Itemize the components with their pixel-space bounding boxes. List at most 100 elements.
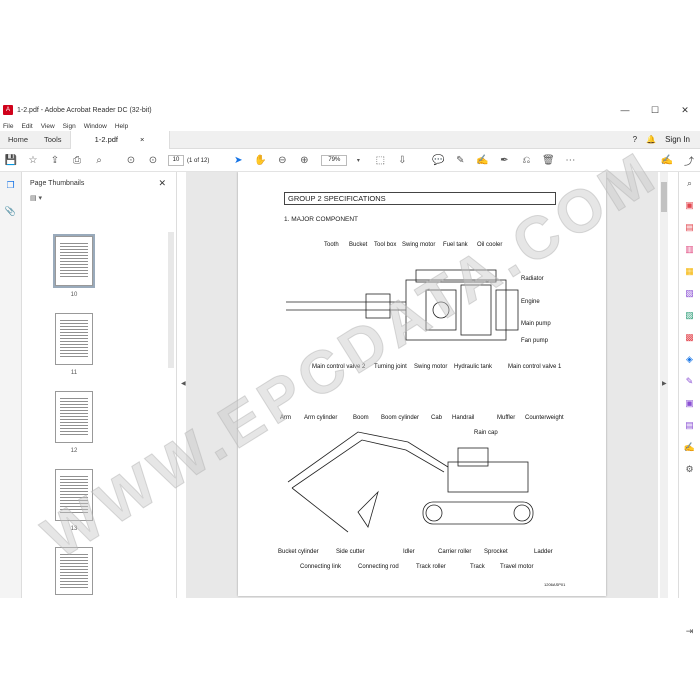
zoom-in-icon[interactable]: ⊕ <box>293 155 315 166</box>
label-main-control-valve-1: Main control valve 1 <box>508 364 562 370</box>
pdf-page: GROUP 2 SPECIFICATIONS 1. MAJOR COMPONEN… <box>238 172 606 596</box>
comment-tool-icon[interactable]: ▦ <box>679 260 700 282</box>
fill-sign-icon[interactable]: ✒ <box>493 155 515 166</box>
collapse-panel-icon[interactable]: ◀ <box>181 380 186 387</box>
label-rain-cap: Rain cap <box>474 430 498 436</box>
highlight-pen-icon[interactable]: ✎ <box>449 155 471 166</box>
label-boom: Boom <box>353 415 369 421</box>
scroll-mode-icon[interactable]: ⇩ <box>391 155 413 166</box>
notification-bell-icon[interactable]: 🔔 <box>646 135 656 144</box>
thumbnail-label-11: 11 <box>70 370 78 376</box>
page-thumbnails-icon[interactable]: ❐ <box>0 172 21 198</box>
menu-sign[interactable]: Sign <box>63 123 76 130</box>
menu-edit[interactable]: Edit <box>21 123 32 130</box>
thumbnail-label-12: 12 <box>70 448 78 454</box>
next-page-icon[interactable]: ⊙ <box>142 155 164 166</box>
left-navigation-rail: ❐ 📎 <box>0 172 22 598</box>
save-icon[interactable]: 💾 <box>0 155 22 166</box>
doc-heading: GROUP 2 SPECIFICATIONS <box>284 192 556 205</box>
label-main-control-valve-2: Main control valve 2 <box>312 364 366 370</box>
page-number-input[interactable]: 10 <box>168 155 184 166</box>
doc-subheading: 1. MAJOR COMPONENT <box>284 216 359 223</box>
tab-document[interactable]: 1-2.pdf × <box>69 130 170 149</box>
create-pdf-icon[interactable]: ▤ <box>679 216 700 238</box>
previous-page-icon[interactable]: ⊙ <box>120 155 142 166</box>
thumbnail-page-14[interactable] <box>55 547 93 595</box>
label-handrail: Handrail <box>452 415 475 421</box>
tab-close-icon[interactable]: × <box>140 135 144 144</box>
comment-icon[interactable]: 💬 <box>427 155 449 166</box>
compress-icon[interactable]: ▩ <box>679 326 700 348</box>
edit-sign-icon[interactable]: ✍ <box>656 155 678 166</box>
zoom-search-icon[interactable]: ⌕ <box>679 172 700 194</box>
thumbnail-scrollbar[interactable] <box>168 232 174 368</box>
document-scroll-thumb[interactable] <box>661 182 667 212</box>
search-icon[interactable]: ⌕ <box>88 155 110 166</box>
fit-page-icon[interactable]: ⬚ <box>369 155 391 166</box>
page-navigator: 10 (1 of 12) <box>168 155 209 166</box>
zoom-dropdown-icon[interactable]: ▾ <box>347 157 369 164</box>
label-travel-motor: Travel motor <box>500 564 534 570</box>
close-button[interactable]: ✕ <box>670 105 700 116</box>
right-tools-rail: ⌕ ▣ ▤ ▥ ▦ ▧ ▨ ▩ ◈ ✎ ▣ ▤ ✍ ⚙ ⇥ <box>678 172 700 636</box>
edit-pdf-icon[interactable]: ▥ <box>679 238 700 260</box>
thumbnail-page-12[interactable] <box>55 391 93 443</box>
zoom-out-icon[interactable]: ⊖ <box>271 155 293 166</box>
panel-close-icon[interactable]: ✕ <box>158 178 166 189</box>
label-track-roller: Track roller <box>416 564 446 570</box>
bookmark-star-icon[interactable]: ☆ <box>22 155 44 166</box>
title-bar: A 1-2.pdf - Adobe Acrobat Reader DC (32-… <box>0 100 700 120</box>
more-tools-icon[interactable]: ⋯ <box>559 155 581 166</box>
hand-tool-icon[interactable]: ✋ <box>249 155 271 166</box>
panel-title: Page Thumbnails <box>30 179 85 187</box>
send-sign-icon[interactable]: ▣ <box>679 392 700 414</box>
menu-view[interactable]: View <box>41 123 55 130</box>
draw-icon[interactable]: ✍ <box>471 155 493 166</box>
label-radiator: Radiator <box>521 276 544 282</box>
label-engine: Engine <box>521 299 540 305</box>
expand-right-panel-icon[interactable]: ▶ <box>662 380 667 387</box>
zoom-level-field[interactable]: 79% <box>321 155 348 166</box>
minimize-button[interactable]: — <box>610 105 640 115</box>
thumbnail-label-10: 10 <box>70 292 78 298</box>
menu-help[interactable]: Help <box>115 123 128 130</box>
delete-icon[interactable]: 🗑 <box>537 155 559 166</box>
export-pdf-icon[interactable]: ▣ <box>679 194 700 216</box>
attachments-icon[interactable]: 📎 <box>0 198 21 224</box>
label-connecting-rod: Connecting rod <box>358 564 399 570</box>
combine-files-icon[interactable]: ▧ <box>679 282 700 304</box>
upload-icon[interactable]: ⇪ <box>44 155 66 166</box>
label-cab: Cab <box>431 415 443 421</box>
menu-window[interactable]: Window <box>84 123 107 130</box>
label-tool-box: Tool box <box>374 242 397 248</box>
thumbnail-page-13[interactable] <box>55 469 93 521</box>
label-idler: Idler <box>403 549 415 555</box>
tab-tools[interactable]: Tools <box>36 135 70 144</box>
excavator-side-view-diagram <box>287 431 534 533</box>
maximize-button[interactable]: ☐ <box>640 105 670 116</box>
stamp-icon[interactable]: ⎌ <box>515 155 537 166</box>
select-cursor-icon[interactable]: ➤ <box>227 155 249 166</box>
share-icon[interactable]: ⤴ <box>678 153 700 168</box>
print-icon[interactable]: ⎙ <box>66 155 88 166</box>
label-hydraulic-tank: Hydraulic tank <box>454 364 493 370</box>
tab-home[interactable]: Home <box>0 135 36 144</box>
menu-file[interactable]: File <box>3 123 13 130</box>
organize-pages-icon[interactable]: ▨ <box>679 304 700 326</box>
label-tooth: Tooth <box>324 242 339 248</box>
label-sprocket: Sprocket <box>484 549 508 555</box>
thumbnail-page-11[interactable] <box>55 313 93 365</box>
collapse-right-icon[interactable]: ⇥ <box>679 620 700 642</box>
scan-ocr-icon[interactable]: ◈ <box>679 348 700 370</box>
thumbnail-page-10[interactable] <box>53 234 95 288</box>
sign-icon[interactable]: ✍ <box>679 436 700 458</box>
help-icon[interactable]: ? <box>633 135 637 144</box>
more-tools-rail-icon[interactable]: ⚙ <box>679 458 700 480</box>
fill-sign-tool-icon[interactable]: ✎ <box>679 370 700 392</box>
protect-icon[interactable]: ▤ <box>679 414 700 436</box>
thumbnail-options-menu[interactable]: ▤ ▾ <box>22 194 176 210</box>
toolbar: 💾 ☆ ⇪ ⎙ ⌕ ⊙ ⊙ 10 (1 of 12) ➤ ✋ ⊖ ⊕ 79% ▾… <box>0 150 700 172</box>
tab-document-label: 1-2.pdf <box>94 135 119 144</box>
sign-in-button[interactable]: Sign In <box>665 135 690 144</box>
label-arm: Arm <box>280 415 291 421</box>
